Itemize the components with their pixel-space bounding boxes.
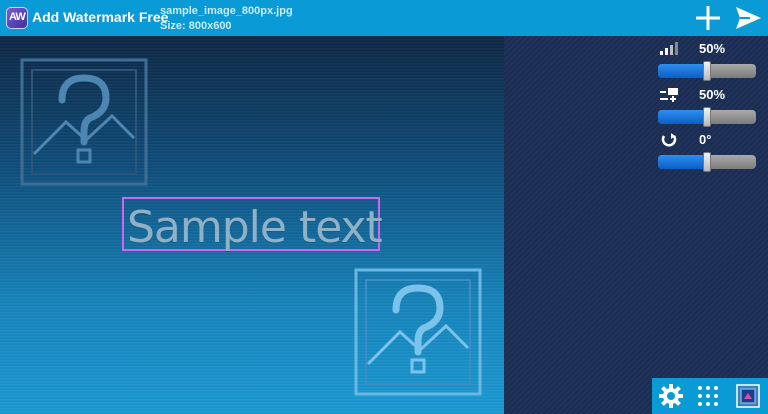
rotation-slider-fill [658,155,707,169]
size-slider[interactable] [658,107,756,127]
opacity-slider[interactable] [658,61,756,81]
send-icon [736,7,761,29]
image-placeholder-icon [354,268,482,396]
bottom-toolbar [652,378,768,414]
image-placeholder-icon [20,58,148,186]
controls-panel: 50% 50% 0° [504,36,768,414]
send-button[interactable] [734,5,762,31]
size-slider-fill [658,110,707,124]
rotate-icon [660,132,682,148]
layers-button[interactable] [736,384,760,408]
rotation-slider[interactable] [658,152,756,172]
watermark-text[interactable]: Sample text [127,204,383,252]
settings-button[interactable] [658,383,684,409]
size-icon [658,87,680,103]
opacity-slider-fill [658,64,707,78]
opacity-slider-thumb[interactable] [703,61,711,81]
gear-icon [659,384,683,408]
app-logo-icon: AW [6,7,28,29]
file-size: Size: 800x600 [160,20,232,32]
plus-icon [696,6,720,30]
app-logo-text: AW [9,11,26,23]
image-canvas[interactable]: Sample text [0,36,504,414]
app-title: Add Watermark Free [32,9,169,25]
grid-button[interactable] [696,384,720,408]
size-value: 50% [699,87,726,102]
size-slider-thumb[interactable] [703,107,711,127]
rotation-slider-thumb[interactable] [703,152,711,172]
add-button[interactable] [694,4,722,32]
opacity-icon [658,42,680,58]
opacity-value: 50% [699,41,726,56]
top-bar: AW Add Watermark Free sample_image_800px… [0,0,768,36]
grid-icon [698,386,718,406]
file-name: sample_image_800px.jpg [160,5,293,17]
rotation-value: 0° [699,132,712,147]
layers-icon [736,384,760,408]
